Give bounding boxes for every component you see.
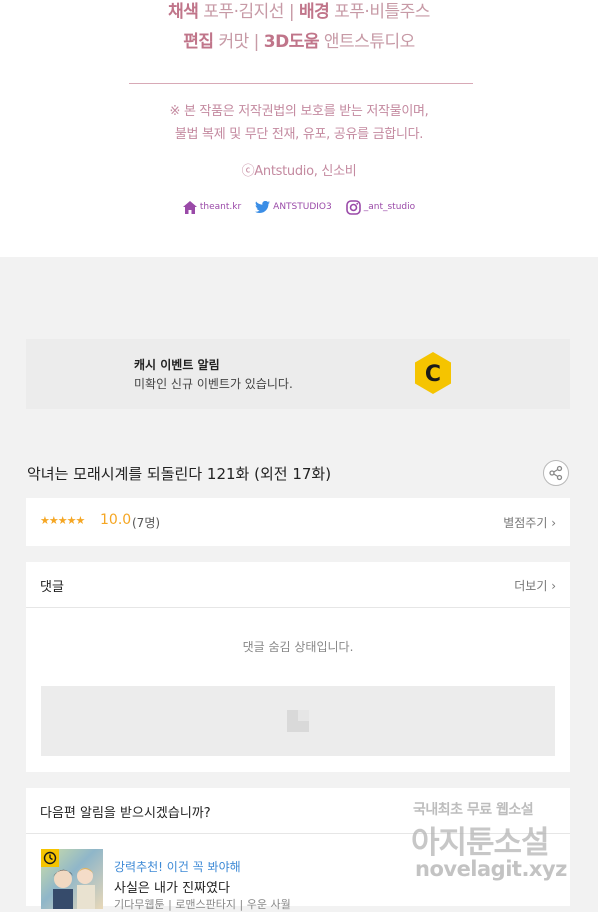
- instagram-icon: [345, 199, 361, 215]
- rating-card: ★★★★★ 10.0 (7명) 별점주기 ›: [26, 498, 570, 546]
- recommend-title[interactable]: 사실은 내가 진짜였다: [114, 877, 230, 896]
- credit-value: 앤트스튜디오: [323, 32, 415, 52]
- copyright-holder: ⓒAntstudio, 신소비: [241, 164, 357, 179]
- social-links: theant.kr ANTSTUDIO3 _ant_studio: [0, 198, 598, 216]
- rating-count: (7명): [132, 516, 161, 530]
- comments-divider: [26, 607, 570, 608]
- comment-input-area[interactable]: [41, 686, 555, 756]
- comments-header: 댓글: [40, 580, 64, 595]
- episode-title: 악녀는 모래시계를 되돌린다 121화 (외전 17화): [27, 465, 332, 483]
- rating-stars: ★★★★★: [40, 514, 85, 527]
- watermark-line-1: 국내최초 무료 웹소설: [413, 802, 534, 818]
- credits-section: 채색 포푸·김지선 | 배경 포푸·비틀주스 편집 커맛 | 3D도움 앤트스튜…: [0, 0, 598, 257]
- instagram-link[interactable]: _ant_studio: [345, 199, 416, 215]
- twitter-icon: [255, 201, 271, 213]
- event-title: 캐시 이벤트 알림: [134, 358, 220, 372]
- recommend-tag: 강력추천! 이건 꼭 봐야해: [114, 860, 241, 874]
- site-link[interactable]: theant.kr: [182, 200, 242, 214]
- share-button[interactable]: [543, 460, 569, 486]
- credit-separator: |: [288, 2, 295, 22]
- rate-button[interactable]: 별점주기 ›: [503, 514, 556, 531]
- site-label: theant.kr: [199, 202, 242, 212]
- comments-more-link[interactable]: 더보기 ›: [514, 577, 556, 594]
- cash-event-banner[interactable]: 캐시 이벤트 알림 미확인 신규 이벤트가 있습니다. C: [26, 339, 570, 409]
- copyright-notice-2: 불법 복제 및 무단 전재, 유포, 공유를 금합니다.: [174, 127, 424, 142]
- credit-value: 커맛: [218, 32, 249, 52]
- comments-card: 댓글 더보기 › 댓글 숨김 상태입니다.: [26, 562, 570, 772]
- next-alert-question: 다음편 알림을 받으시겠습니까?: [40, 806, 211, 821]
- rating-score: 10.0: [100, 512, 132, 528]
- credits-line-1: 채색 포푸·김지선 | 배경 포푸·비틀주스: [0, 0, 598, 22]
- copyright-notice-1: ※ 본 작품은 저작권법의 보호를 받는 저작물이며,: [169, 104, 429, 119]
- cash-coin-icon: C: [415, 352, 451, 394]
- credit-label: 채색: [168, 2, 199, 22]
- credit-value: 포푸·비틀주스: [334, 2, 430, 22]
- site-watermark: 국내최초 무료 웹소설 아지툰소설 novelagit.xyz: [409, 799, 594, 889]
- comments-hidden-message: 댓글 숨김 상태입니다.: [242, 640, 354, 654]
- credits-line-2: 편집 커맛 | 3D도움 앤트스튜디오: [0, 27, 598, 52]
- share-icon: [549, 465, 563, 481]
- credit-label: 배경: [298, 2, 330, 22]
- watermark-line-3: novelagit.xyz: [415, 857, 567, 881]
- watermark-line-2: 아지툰소설: [411, 825, 550, 861]
- credits-divider: [129, 83, 473, 84]
- credit-label: 편집: [183, 32, 214, 52]
- thumbnail-art: [53, 867, 95, 909]
- twitter-link[interactable]: ANTSTUDIO3: [255, 201, 332, 213]
- image-placeholder-icon: [287, 710, 309, 732]
- credit-separator: |: [253, 32, 260, 52]
- instagram-label: _ant_studio: [363, 202, 416, 212]
- recommend-meta: 기다무웹툰 | 로맨스판타지 | 우운 사월: [114, 898, 291, 911]
- recommend-thumbnail[interactable]: [41, 849, 103, 909]
- credit-label: 3D도움: [263, 32, 320, 52]
- home-icon: [182, 200, 197, 214]
- cash-coin-letter: C: [425, 362, 441, 387]
- credit-value: 포푸·김지선: [203, 2, 284, 22]
- twitter-label: ANTSTUDIO3: [273, 202, 332, 212]
- event-subtitle: 미확인 신규 이벤트가 있습니다.: [134, 377, 293, 391]
